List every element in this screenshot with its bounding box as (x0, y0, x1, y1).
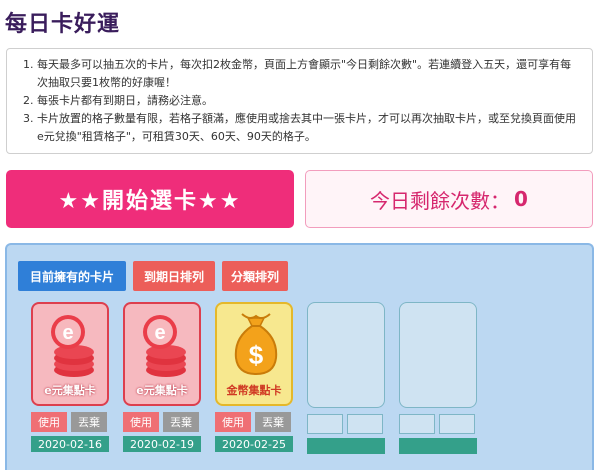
card[interactable]: e e元集點卡 (31, 302, 109, 406)
empty-action (439, 414, 475, 434)
discard-button[interactable]: 丟棄 (255, 412, 291, 432)
expiry-date: 2020-02-19 (123, 436, 201, 452)
svg-text:$: $ (249, 340, 264, 370)
rules-box: 每天最多可以抽五次的卡片，每次扣2枚金幣，頁面上方會顯示"今日剩餘次數"。若連續… (6, 48, 593, 154)
discard-button[interactable]: 丟棄 (71, 412, 107, 432)
card[interactable]: $ 金幣集點卡 (215, 302, 293, 406)
empty-card-slot (307, 302, 387, 454)
card-slot: $ 金幣集點卡 使用 丟棄 2020-02-25 (215, 302, 295, 452)
use-button[interactable]: 使用 (31, 412, 67, 432)
remaining-count: 0 (514, 187, 528, 211)
use-button[interactable]: 使用 (215, 412, 251, 432)
card-slot: e e元集點卡 使用 丟棄 2020-02-16 (31, 302, 111, 452)
empty-action (307, 414, 343, 434)
card[interactable]: e e元集點卡 (123, 302, 201, 406)
empty-date-bar (399, 438, 477, 454)
svg-text:e: e (154, 322, 165, 344)
rule-item: 卡片放置的格子數量有限，若格子額滿，應使用或捨去其中一張卡片，才可以再次抽取卡片… (37, 110, 582, 146)
empty-date-bar (307, 438, 385, 454)
rule-item: 每張卡片都有到期日，請務必注意。 (37, 92, 582, 110)
tab-sort-by-category[interactable]: 分類排列 (222, 261, 288, 291)
money-bag-icon: $ (234, 313, 278, 376)
remaining-count-box: 今日剩餘次數： 0 (305, 170, 593, 228)
tab-owned-cards[interactable]: 目前擁有的卡片 (18, 261, 126, 291)
card-slot: e e元集點卡 使用 丟棄 2020-02-19 (123, 302, 203, 452)
expiry-date: 2020-02-25 (215, 436, 293, 452)
card-area: 目前擁有的卡片 到期日排列 分類排列 e e元集點卡 使用 丟棄 2020-02… (5, 243, 594, 470)
use-button[interactable]: 使用 (123, 412, 159, 432)
empty-card-slot (399, 302, 479, 454)
start-draw-button[interactable]: ★★開始選卡★★ (6, 170, 294, 228)
empty-card (307, 302, 385, 408)
empty-action (347, 414, 383, 434)
card-name: e元集點卡 (136, 384, 188, 397)
expiry-date: 2020-02-16 (31, 436, 109, 452)
discard-button[interactable]: 丟棄 (163, 412, 199, 432)
remaining-label: 今日剩餘次數： (370, 188, 511, 213)
empty-action (399, 414, 435, 434)
page-title: 每日卡好運 (5, 12, 121, 37)
rules-list: 每天最多可以抽五次的卡片，每次扣2枚金幣，頁面上方會顯示"今日剩餘次數"。若連續… (15, 56, 582, 146)
tab-sort-by-expiry[interactable]: 到期日排列 (133, 261, 215, 291)
e-coin-stack-icon: e (143, 315, 186, 377)
e-coin-stack-icon: e (51, 315, 94, 377)
card-name: e元集點卡 (44, 384, 96, 397)
card-name: 金幣集點卡 (226, 384, 282, 397)
svg-text:e: e (62, 322, 73, 344)
empty-card (399, 302, 477, 408)
rule-item: 每天最多可以抽五次的卡片，每次扣2枚金幣，頁面上方會顯示"今日剩餘次數"。若連續… (37, 56, 582, 92)
